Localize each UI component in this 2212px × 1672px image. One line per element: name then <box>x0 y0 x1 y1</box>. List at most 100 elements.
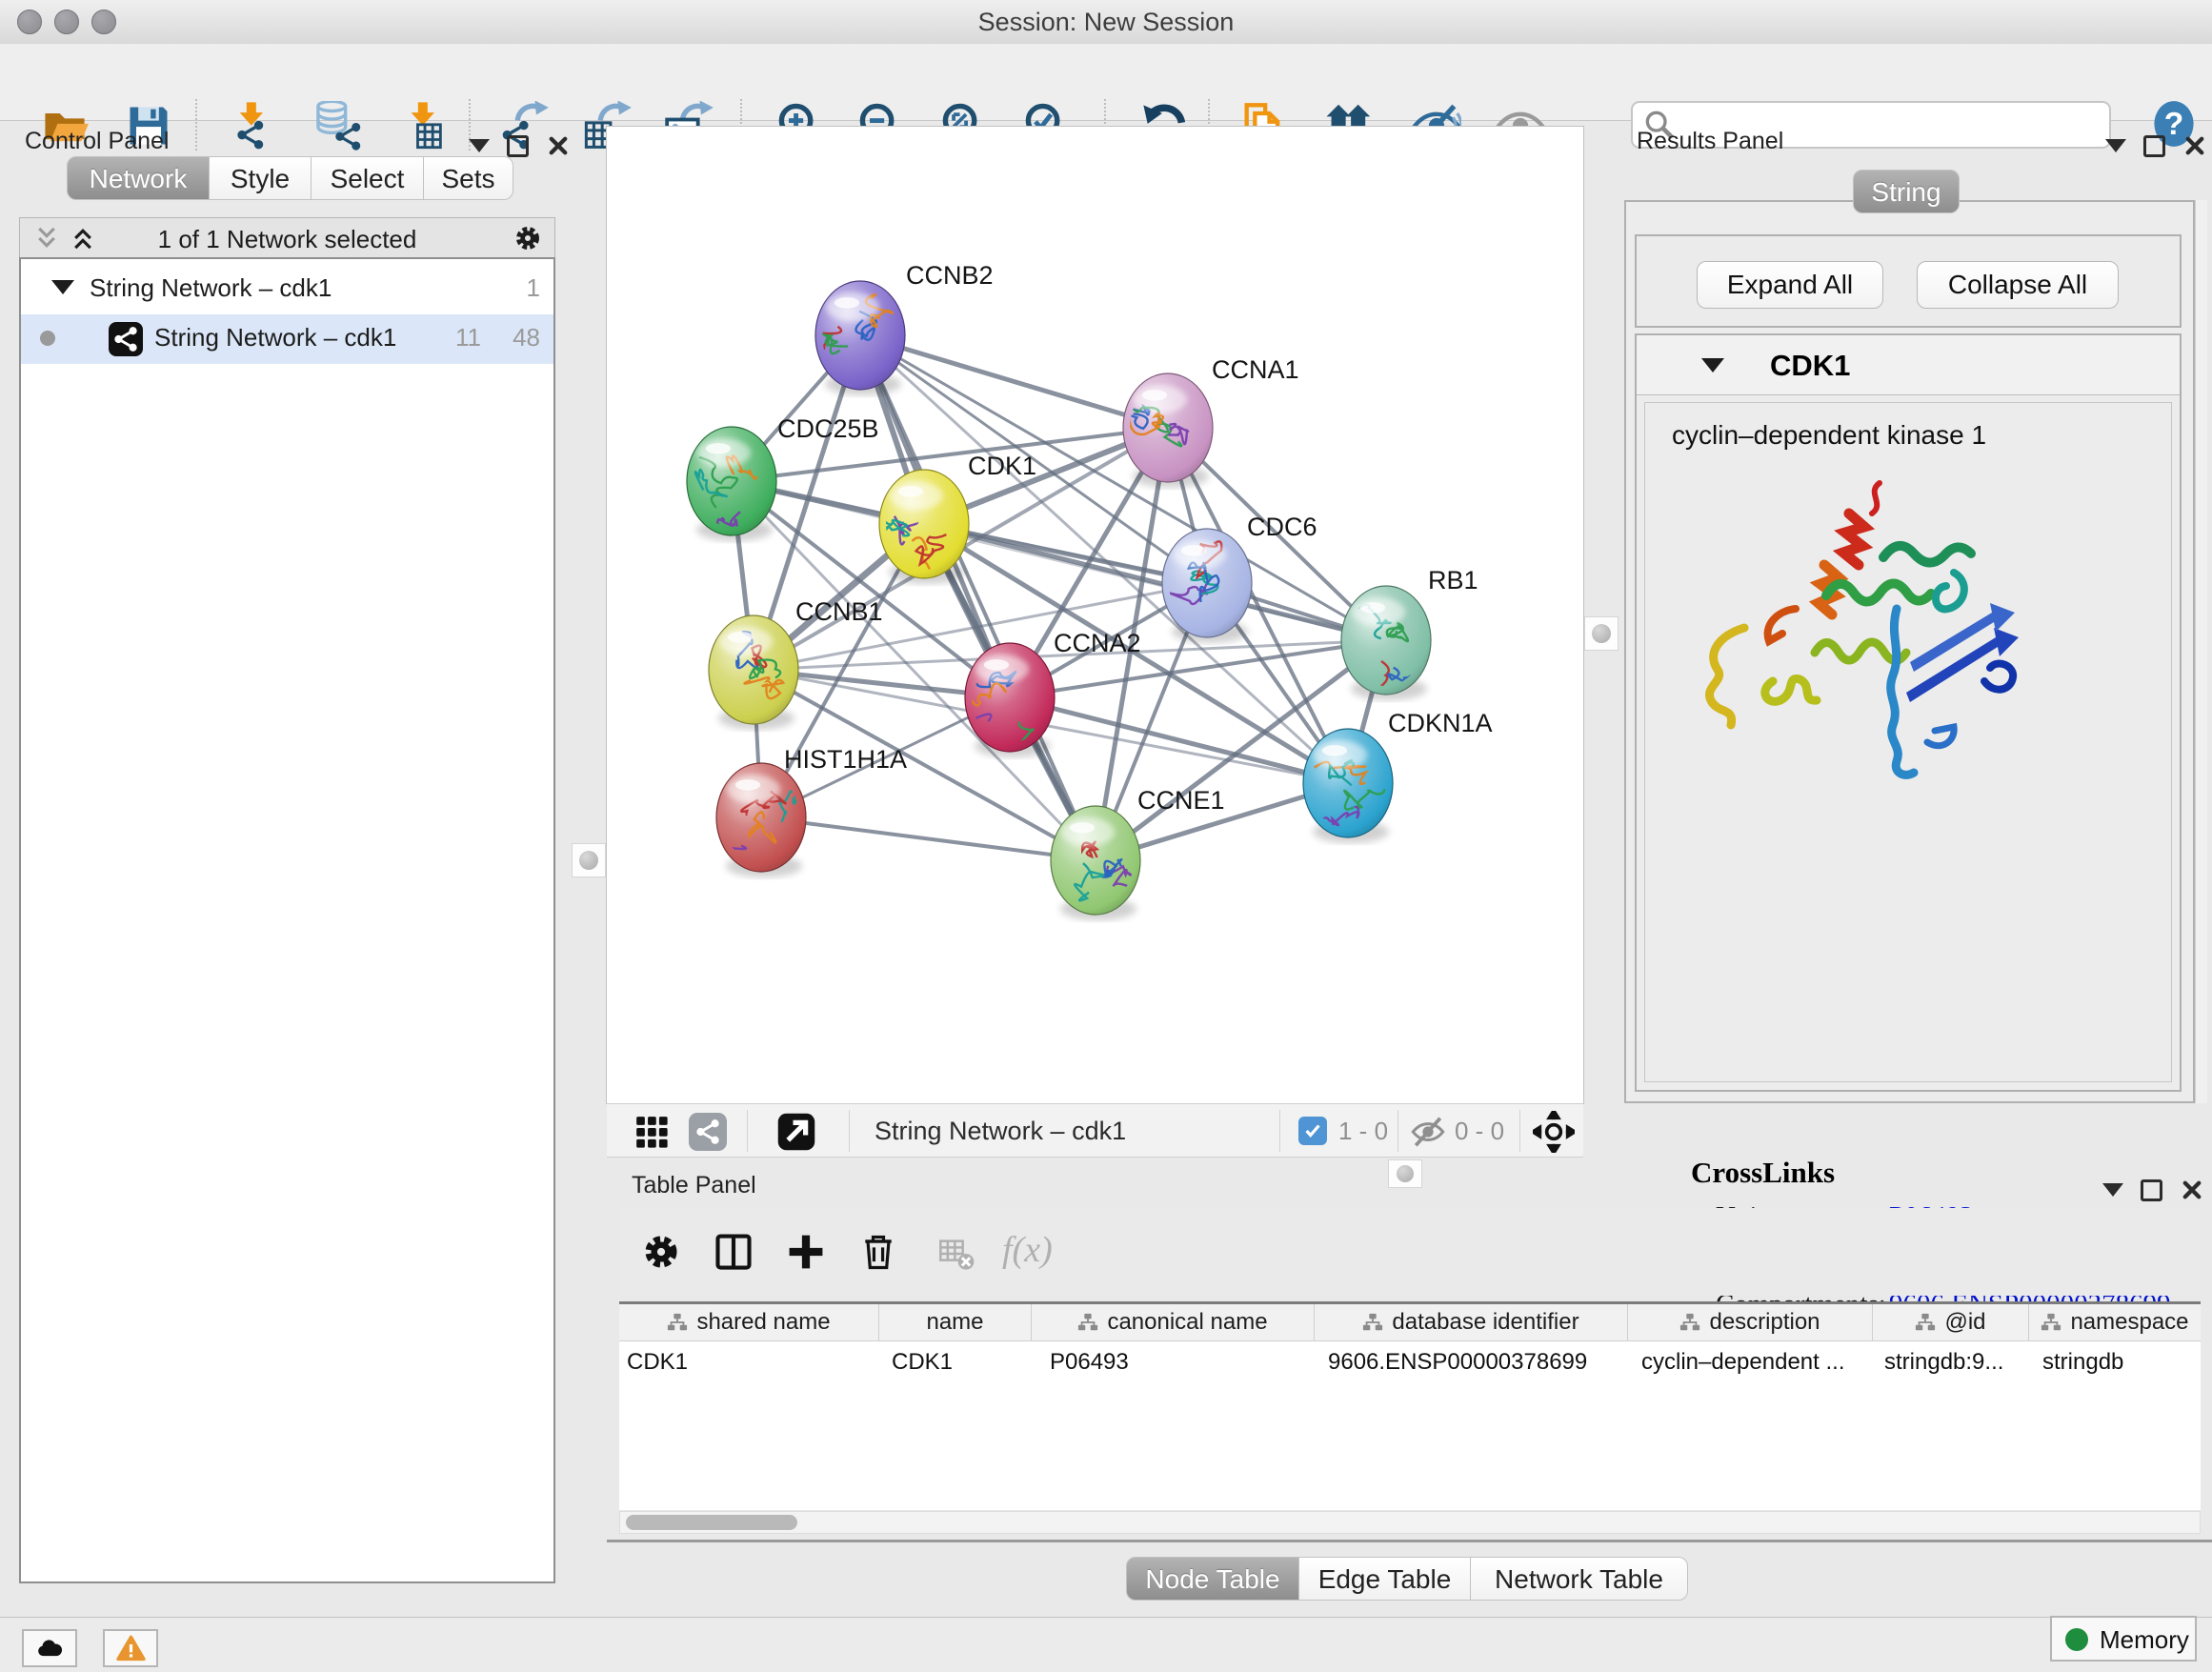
network-node-RB1[interactable] <box>1341 586 1431 726</box>
column-header[interactable]: @id <box>1873 1304 2029 1340</box>
cloud-icon <box>33 1635 66 1662</box>
network-node-CCNA1[interactable] <box>1122 373 1213 488</box>
import-table-file-icon[interactable] <box>398 101 448 151</box>
import-network-file-icon[interactable] <box>227 101 276 151</box>
network-node-CDK1[interactable] <box>879 470 969 584</box>
node-label-CDC6: CDC6 <box>1247 513 1317 541</box>
hidden-count: 0 - 0 <box>1455 1117 1504 1146</box>
table-body: CDK1 CDK1 P06493 9606.ENSP00000378699 cy… <box>619 1341 2201 1510</box>
table-options-gear-icon[interactable] <box>640 1231 682 1273</box>
column-header[interactable]: shared name <box>619 1304 879 1340</box>
network-node-HIST1H1A[interactable] <box>684 763 806 898</box>
cell-shared-name: CDK1 <box>627 1349 873 1376</box>
node-label-CDK1: CDK1 <box>968 452 1036 480</box>
network-edge-count: 48 <box>513 323 540 353</box>
node-label-CCNA1: CCNA1 <box>1212 355 1299 384</box>
network-node-CDKN1A[interactable] <box>1303 729 1393 843</box>
crosslinks-title: CrossLinks <box>1691 1156 1835 1190</box>
collection-count: 1 <box>527 273 540 303</box>
column-header[interactable]: description <box>1628 1304 1873 1340</box>
warning-icon <box>116 1634 146 1663</box>
table-panel-title: Table Panel <box>632 1172 756 1199</box>
column-header[interactable]: namespace <box>2029 1304 2201 1340</box>
entry-expander-icon[interactable] <box>1701 358 1724 373</box>
collapse-all-button[interactable]: Collapse All <box>1917 261 2119 309</box>
column-source-icon <box>1915 1312 1936 1333</box>
tab-node-table[interactable]: Node Table <box>1126 1557 1299 1601</box>
show-columns-icon[interactable] <box>713 1231 754 1273</box>
node-label-CDC25B: CDC25B <box>777 414 879 443</box>
node-label-CCNA2: CCNA2 <box>1054 629 1141 657</box>
hidden-eye-slash-icon[interactable] <box>1411 1115 1445 1149</box>
right-splitter-handle[interactable] <box>1584 616 1619 651</box>
import-network-database-icon[interactable] <box>312 101 362 151</box>
maximize-panel-icon[interactable] <box>507 135 529 157</box>
selected-count: 1 - 0 <box>1338 1117 1388 1146</box>
tab-sets[interactable]: Sets <box>424 156 513 200</box>
tab-network-table[interactable]: Network Table <box>1471 1557 1688 1601</box>
cloud-status-button[interactable] <box>22 1629 77 1667</box>
network-list: String Network – cdk1 1 String Network –… <box>19 257 555 1583</box>
float-panel-icon[interactable] <box>2105 139 2126 152</box>
memory-button[interactable]: Memory <box>2050 1616 2197 1662</box>
close-panel-icon[interactable] <box>2180 1178 2204 1202</box>
network-node-CCNE1[interactable] <box>1051 806 1140 920</box>
network-selection-status: 1 of 1 Network selected <box>20 225 554 254</box>
network-canvas[interactable]: CCNB2CCNA1CDC25BCDK1CDC6RB1CCNB1CCNA2CDK… <box>607 127 1583 1103</box>
column-source-icon <box>1077 1312 1098 1333</box>
network-node-CDC25B[interactable] <box>687 427 776 541</box>
string-network-badge-icon <box>109 322 143 356</box>
results-scrollbar[interactable] <box>2195 200 2207 1103</box>
close-panel-icon[interactable] <box>546 133 571 158</box>
title-bar: Session: New Session <box>0 0 2212 45</box>
cell-id: stringdb:9... <box>1884 1349 2022 1376</box>
birds-eye-view-icon[interactable] <box>776 1112 816 1152</box>
table-toolbar: f(x) <box>619 1208 2201 1296</box>
maximize-panel-icon[interactable] <box>2141 1179 2162 1201</box>
memory-status-dot-icon <box>2065 1628 2088 1651</box>
close-panel-icon[interactable] <box>2182 133 2207 158</box>
node-label-CCNB2: CCNB2 <box>906 261 994 290</box>
main-toolbar: ? <box>0 44 2212 121</box>
warnings-button[interactable] <box>103 1629 158 1667</box>
float-panel-icon[interactable] <box>2102 1183 2123 1197</box>
add-column-icon[interactable] <box>785 1231 827 1273</box>
float-panel-icon[interactable] <box>469 139 490 152</box>
network-badge-icon[interactable] <box>689 1113 727 1151</box>
entry-header[interactable]: CDK1 <box>1637 335 2180 395</box>
selected-checkbox-icon[interactable] <box>1298 1117 1327 1145</box>
network-list-options-gear-icon[interactable] <box>513 223 543 253</box>
network-node-CCNB2[interactable] <box>786 279 905 395</box>
column-header[interactable]: canonical name <box>1032 1304 1315 1340</box>
grid-view-icon[interactable] <box>633 1114 670 1150</box>
collection-expander-icon[interactable] <box>51 280 74 294</box>
scrollbar-thumb[interactable] <box>626 1515 797 1530</box>
network-collection-row[interactable]: String Network – cdk1 1 <box>21 265 553 314</box>
network-graph[interactable]: CCNB2CCNA1CDC25BCDK1CDC6RB1CCNB1CCNA2CDK… <box>607 127 1583 1103</box>
tab-style[interactable]: Style <box>210 156 312 200</box>
tab-select[interactable]: Select <box>312 156 424 200</box>
function-builder-icon: f(x) <box>1002 1229 1053 1271</box>
table-panel-tabs: Node Table Edge Table Network Table <box>1126 1557 1688 1601</box>
table-panel-window-controls <box>2102 1178 2204 1202</box>
left-splitter-handle[interactable] <box>572 843 606 877</box>
tab-string[interactable]: String <box>1853 170 1960 213</box>
network-node-CCNB1[interactable] <box>709 615 798 730</box>
horizontal-splitter-handle[interactable] <box>1388 1159 1422 1188</box>
tab-network[interactable]: Network <box>67 156 210 200</box>
expand-all-button[interactable]: Expand All <box>1697 261 1883 309</box>
network-view-title: String Network – cdk1 <box>875 1117 1126 1146</box>
column-header[interactable]: name <box>879 1304 1032 1340</box>
entry-description: cyclin–dependent kinase 1 <box>1672 420 1986 451</box>
column-header[interactable]: database identifier <box>1315 1304 1628 1340</box>
column-source-icon <box>1679 1312 1700 1333</box>
fit-content-crosshair-icon[interactable] <box>1533 1111 1575 1153</box>
delete-column-trash-icon[interactable] <box>857 1231 899 1273</box>
node-label-CCNE1: CCNE1 <box>1137 786 1225 815</box>
results-buttons-box: Expand All Collapse All <box>1635 234 2182 328</box>
tab-edge-table[interactable]: Edge Table <box>1299 1557 1471 1601</box>
maximize-panel-icon[interactable] <box>2143 135 2165 157</box>
table-horizontal-scrollbar[interactable] <box>619 1511 2201 1534</box>
network-row-selected[interactable]: String Network – cdk1 11 48 <box>21 314 553 364</box>
delete-table-icon <box>937 1235 975 1273</box>
